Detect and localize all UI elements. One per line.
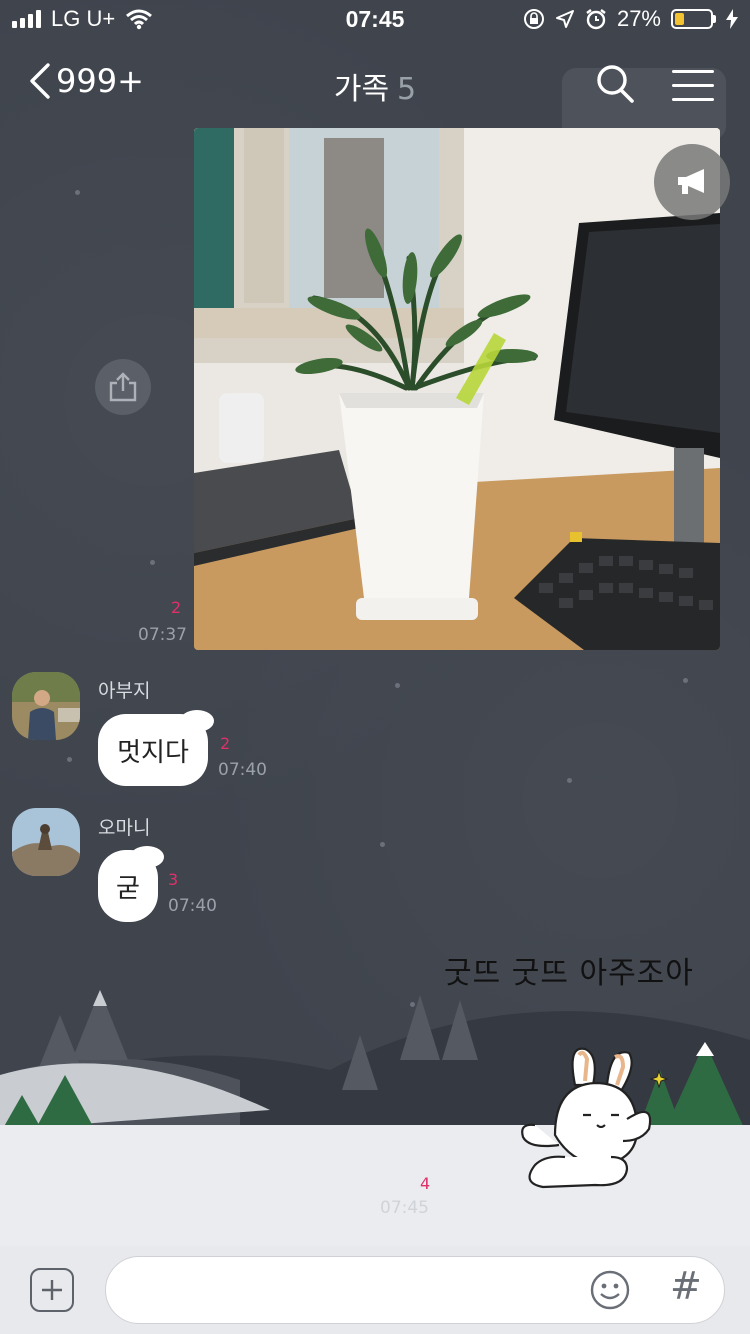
- share-icon: [109, 372, 137, 402]
- lock-rotation-icon: [523, 9, 544, 29]
- location-icon: [555, 10, 574, 28]
- chat-header: 999+ 가족 5: [0, 40, 750, 140]
- menu-button[interactable]: [672, 70, 714, 112]
- battery-percent: 27%: [616, 6, 661, 31]
- snow-dot: [395, 683, 400, 688]
- message-time: 07:40: [218, 760, 267, 780]
- hash-icon: #: [670, 1264, 702, 1308]
- message-bubble[interactable]: 굳: [98, 846, 164, 922]
- photo-image: [194, 128, 720, 650]
- snow-dot: [75, 190, 80, 195]
- sender-name: 오마니: [98, 817, 151, 839]
- hash-button[interactable]: #: [670, 1264, 702, 1308]
- snow-dot: [683, 678, 688, 683]
- message-time: 07:37: [138, 625, 187, 645]
- avatar[interactable]: [12, 808, 80, 876]
- photo-message[interactable]: [194, 128, 720, 650]
- message-time: 07:40: [168, 896, 217, 916]
- megaphone-icon: [678, 169, 704, 194]
- message-bubble[interactable]: 멋지다: [98, 710, 214, 786]
- share-button[interactable]: [95, 359, 151, 415]
- unread-count: 3: [168, 870, 179, 889]
- plus-icon: [42, 1280, 62, 1300]
- unread-count: 4: [420, 1174, 431, 1193]
- message-input[interactable]: [105, 1256, 725, 1324]
- chat-room-name: 가족: [333, 72, 390, 107]
- input-bar: #: [0, 1246, 750, 1334]
- chat-title: 가족 5: [0, 64, 750, 108]
- sender-name: 아부지: [98, 680, 151, 702]
- snow-dot: [380, 842, 385, 847]
- message-text: 굳: [116, 873, 140, 904]
- announce-button[interactable]: [654, 144, 730, 220]
- unread-count: 2: [171, 598, 182, 617]
- snow-dot: [67, 757, 72, 762]
- menu-icon: [672, 70, 714, 101]
- status-bar: LG U+ 07:45 27%: [0, 0, 750, 40]
- snow-dot: [150, 560, 155, 565]
- unread-count: 2: [220, 734, 231, 753]
- snow-dot: [567, 778, 572, 783]
- sticker-caption: 굿뜨 굿뜨 아주조아: [444, 956, 694, 991]
- avatar-image: [12, 808, 80, 876]
- member-count: 5: [397, 72, 417, 107]
- attach-button[interactable]: [30, 1268, 74, 1312]
- emoji-icon: [590, 1270, 630, 1310]
- charging-icon: [726, 9, 738, 29]
- avatar-image: [12, 672, 80, 740]
- search-button[interactable]: [596, 64, 634, 108]
- message-text: 멋지다: [117, 737, 189, 768]
- search-icon: [597, 65, 634, 103]
- avatar[interactable]: [12, 672, 80, 740]
- message-time: 07:45: [380, 1198, 429, 1218]
- rabbit-sticker[interactable]: [515, 1045, 675, 1195]
- emoji-button[interactable]: [590, 1270, 630, 1314]
- battery-icon: [671, 9, 713, 29]
- alarm-icon: [586, 9, 606, 30]
